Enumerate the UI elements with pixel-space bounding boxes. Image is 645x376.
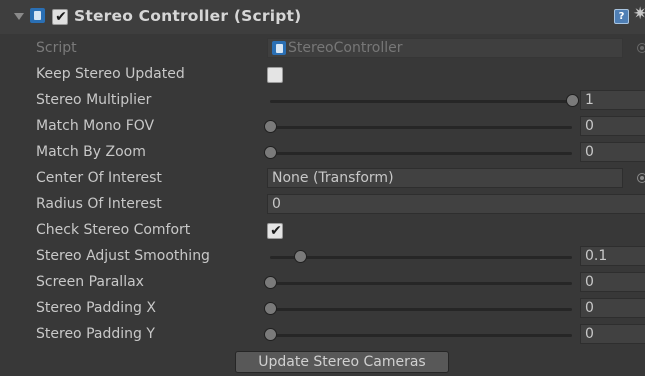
stereo-adjust-smoothing-slider-track[interactable] <box>270 256 572 259</box>
keep-stereo-updated-checkbox[interactable] <box>267 67 283 83</box>
stereo-padding-x-label: Stereo Padding X <box>36 300 156 316</box>
stereo-padding-x-slider-thumb[interactable] <box>264 302 277 315</box>
gear-icon[interactable]: ✷ <box>633 4 645 24</box>
screen-parallax-input[interactable]: 0 <box>580 272 645 292</box>
object-picker-icon <box>637 43 645 53</box>
radius-of-interest-input[interactable]: 0 <box>267 194 645 214</box>
stereo-padding-y-input[interactable]: 0 <box>580 324 645 344</box>
stereo-padding-x-slider-track[interactable] <box>270 308 572 311</box>
script-icon <box>272 41 286 55</box>
component-enabled-checkbox[interactable]: ✔ <box>52 9 68 25</box>
check-stereo-comfort-checkbox[interactable]: ✔ <box>267 223 283 239</box>
stereo-padding-y-slider-thumb[interactable] <box>264 328 277 341</box>
screen-parallax-label: Screen Parallax <box>36 274 144 290</box>
row-center-of-interest: Center Of Interest None (Transform) <box>0 166 645 192</box>
component-header[interactable]: ✔ Stereo Controller (Script) ? ✷ <box>0 0 645 34</box>
foldout-triangle-icon[interactable] <box>14 13 24 20</box>
stereo-padding-x-input[interactable]: 0 <box>580 298 645 318</box>
row-stereo-padding-x: Stereo Padding X 0 <box>0 296 645 322</box>
row-match-mono-fov: Match Mono FOV 0 <box>0 114 645 140</box>
row-check-stereo-comfort: Check Stereo Comfort ✔ <box>0 218 645 244</box>
row-stereo-padding-y: Stereo Padding Y 0 <box>0 322 645 348</box>
script-field: StereoController <box>267 38 623 58</box>
script-icon <box>30 8 45 23</box>
radius-of-interest-label: Radius Of Interest <box>36 196 162 212</box>
checkmark-icon: ✔ <box>270 223 282 239</box>
check-stereo-comfort-label: Check Stereo Comfort <box>36 222 191 238</box>
match-by-zoom-label: Match By Zoom <box>36 144 146 160</box>
stereo-adjust-smoothing-input[interactable]: 0.1 <box>580 246 645 266</box>
match-by-zoom-input[interactable]: 0 <box>580 142 645 162</box>
stereo-padding-y-slider-track[interactable] <box>270 334 572 337</box>
match-mono-fov-slider-thumb[interactable] <box>264 120 277 133</box>
row-script: Script StereoController <box>0 36 645 62</box>
row-radius-of-interest: Radius Of Interest 0 <box>0 192 645 218</box>
match-mono-fov-label: Match Mono FOV <box>36 118 155 134</box>
checkmark-icon: ✔ <box>55 9 67 25</box>
script-label: Script <box>36 40 77 56</box>
stereo-multiplier-slider-thumb[interactable] <box>566 94 579 107</box>
help-icon[interactable]: ? <box>614 9 629 24</box>
script-field-value: StereoController <box>288 40 403 56</box>
match-mono-fov-input[interactable]: 0 <box>580 116 645 136</box>
stereo-multiplier-slider-track[interactable] <box>270 100 572 103</box>
keep-stereo-updated-label: Keep Stereo Updated <box>36 66 185 82</box>
component-title: Stereo Controller (Script) <box>74 7 302 25</box>
row-keep-stereo-updated: Keep Stereo Updated <box>0 62 645 88</box>
stereo-adjust-smoothing-slider-thumb[interactable] <box>294 250 308 263</box>
screen-parallax-slider-track[interactable] <box>270 282 572 285</box>
match-by-zoom-slider-track[interactable] <box>270 152 572 155</box>
object-picker-icon[interactable] <box>637 173 645 183</box>
update-stereo-cameras-button[interactable]: Update Stereo Cameras <box>235 351 449 373</box>
center-of-interest-label: Center Of Interest <box>36 170 162 186</box>
stereo-multiplier-label: Stereo Multiplier <box>36 92 152 108</box>
match-mono-fov-slider-track[interactable] <box>270 126 572 129</box>
center-of-interest-field[interactable]: None (Transform) <box>267 168 623 188</box>
stereo-padding-y-label: Stereo Padding Y <box>36 326 155 342</box>
screen-parallax-slider-thumb[interactable] <box>264 276 277 289</box>
stereo-multiplier-input[interactable]: 1 <box>580 90 645 110</box>
row-screen-parallax: Screen Parallax 0 <box>0 270 645 296</box>
stereo-adjust-smoothing-label: Stereo Adjust Smoothing <box>36 248 210 264</box>
match-by-zoom-slider-thumb[interactable] <box>264 146 277 159</box>
row-match-by-zoom: Match By Zoom 0 <box>0 140 645 166</box>
row-stereo-adjust-smoothing: Stereo Adjust Smoothing 0.1 <box>0 244 645 270</box>
row-stereo-multiplier: Stereo Multiplier 1 <box>0 88 645 114</box>
